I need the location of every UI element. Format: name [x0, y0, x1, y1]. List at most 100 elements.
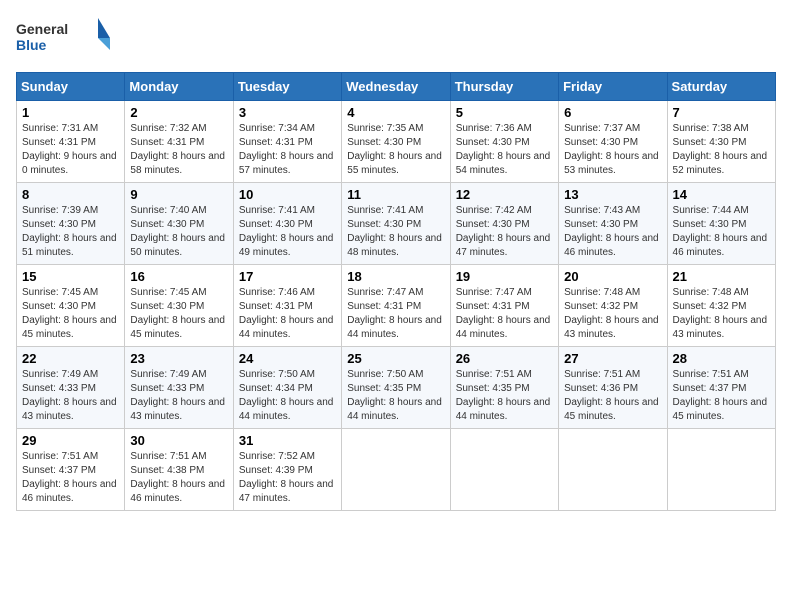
- day-info: Sunrise: 7:52 AM Sunset: 4:39 PM Dayligh…: [239, 450, 336, 506]
- day-number: 11: [347, 187, 444, 202]
- day-info: Sunrise: 7:38 AM Sunset: 4:30 PM Dayligh…: [673, 122, 770, 178]
- page-header: General Blue: [16, 16, 776, 60]
- day-number: 19: [456, 269, 553, 284]
- day-of-week-header: Monday: [125, 73, 233, 101]
- calendar-day-cell: 28 Sunrise: 7:51 AM Sunset: 4:37 PM Dayl…: [667, 347, 775, 429]
- calendar-day-cell: 2 Sunrise: 7:32 AM Sunset: 4:31 PM Dayli…: [125, 101, 233, 183]
- day-number: 29: [22, 433, 119, 448]
- day-info: Sunrise: 7:32 AM Sunset: 4:31 PM Dayligh…: [130, 122, 227, 178]
- calendar-day-cell: 11 Sunrise: 7:41 AM Sunset: 4:30 PM Dayl…: [342, 183, 450, 265]
- day-number: 4: [347, 105, 444, 120]
- calendar-week-row: 8 Sunrise: 7:39 AM Sunset: 4:30 PM Dayli…: [17, 183, 776, 265]
- calendar-day-cell: 26 Sunrise: 7:51 AM Sunset: 4:35 PM Dayl…: [450, 347, 558, 429]
- day-info: Sunrise: 7:51 AM Sunset: 4:37 PM Dayligh…: [22, 450, 119, 506]
- calendar-day-cell: 25 Sunrise: 7:50 AM Sunset: 4:35 PM Dayl…: [342, 347, 450, 429]
- calendar-day-cell: [342, 429, 450, 511]
- calendar-day-cell: 23 Sunrise: 7:49 AM Sunset: 4:33 PM Dayl…: [125, 347, 233, 429]
- calendar-day-cell: [559, 429, 667, 511]
- day-number: 20: [564, 269, 661, 284]
- day-number: 24: [239, 351, 336, 366]
- calendar-day-cell: 31 Sunrise: 7:52 AM Sunset: 4:39 PM Dayl…: [233, 429, 341, 511]
- svg-text:Blue: Blue: [16, 37, 47, 53]
- day-info: Sunrise: 7:48 AM Sunset: 4:32 PM Dayligh…: [564, 286, 661, 342]
- calendar-day-cell: 18 Sunrise: 7:47 AM Sunset: 4:31 PM Dayl…: [342, 265, 450, 347]
- day-number: 13: [564, 187, 661, 202]
- calendar-day-cell: 8 Sunrise: 7:39 AM Sunset: 4:30 PM Dayli…: [17, 183, 125, 265]
- logo-svg: General Blue: [16, 16, 116, 60]
- calendar-day-cell: 19 Sunrise: 7:47 AM Sunset: 4:31 PM Dayl…: [450, 265, 558, 347]
- day-number: 9: [130, 187, 227, 202]
- calendar-day-cell: 14 Sunrise: 7:44 AM Sunset: 4:30 PM Dayl…: [667, 183, 775, 265]
- day-number: 25: [347, 351, 444, 366]
- day-number: 14: [673, 187, 770, 202]
- day-number: 1: [22, 105, 119, 120]
- day-info: Sunrise: 7:35 AM Sunset: 4:30 PM Dayligh…: [347, 122, 444, 178]
- day-info: Sunrise: 7:46 AM Sunset: 4:31 PM Dayligh…: [239, 286, 336, 342]
- day-info: Sunrise: 7:51 AM Sunset: 4:38 PM Dayligh…: [130, 450, 227, 506]
- day-info: Sunrise: 7:51 AM Sunset: 4:36 PM Dayligh…: [564, 368, 661, 424]
- day-number: 21: [673, 269, 770, 284]
- calendar-week-row: 22 Sunrise: 7:49 AM Sunset: 4:33 PM Dayl…: [17, 347, 776, 429]
- day-info: Sunrise: 7:49 AM Sunset: 4:33 PM Dayligh…: [130, 368, 227, 424]
- calendar-day-cell: 1 Sunrise: 7:31 AM Sunset: 4:31 PM Dayli…: [17, 101, 125, 183]
- day-number: 7: [673, 105, 770, 120]
- calendar-day-cell: [667, 429, 775, 511]
- day-number: 5: [456, 105, 553, 120]
- calendar-day-cell: 20 Sunrise: 7:48 AM Sunset: 4:32 PM Dayl…: [559, 265, 667, 347]
- day-number: 23: [130, 351, 227, 366]
- day-of-week-header: Sunday: [17, 73, 125, 101]
- day-number: 3: [239, 105, 336, 120]
- day-of-week-header: Wednesday: [342, 73, 450, 101]
- calendar-day-cell: 27 Sunrise: 7:51 AM Sunset: 4:36 PM Dayl…: [559, 347, 667, 429]
- calendar-day-cell: 10 Sunrise: 7:41 AM Sunset: 4:30 PM Dayl…: [233, 183, 341, 265]
- day-info: Sunrise: 7:36 AM Sunset: 4:30 PM Dayligh…: [456, 122, 553, 178]
- day-info: Sunrise: 7:48 AM Sunset: 4:32 PM Dayligh…: [673, 286, 770, 342]
- day-info: Sunrise: 7:37 AM Sunset: 4:30 PM Dayligh…: [564, 122, 661, 178]
- day-number: 31: [239, 433, 336, 448]
- day-info: Sunrise: 7:45 AM Sunset: 4:30 PM Dayligh…: [130, 286, 227, 342]
- calendar-day-cell: 29 Sunrise: 7:51 AM Sunset: 4:37 PM Dayl…: [17, 429, 125, 511]
- day-info: Sunrise: 7:51 AM Sunset: 4:37 PM Dayligh…: [673, 368, 770, 424]
- day-number: 28: [673, 351, 770, 366]
- calendar-day-cell: 7 Sunrise: 7:38 AM Sunset: 4:30 PM Dayli…: [667, 101, 775, 183]
- calendar-week-row: 1 Sunrise: 7:31 AM Sunset: 4:31 PM Dayli…: [17, 101, 776, 183]
- day-info: Sunrise: 7:50 AM Sunset: 4:34 PM Dayligh…: [239, 368, 336, 424]
- calendar-day-cell: 3 Sunrise: 7:34 AM Sunset: 4:31 PM Dayli…: [233, 101, 341, 183]
- calendar-day-cell: 9 Sunrise: 7:40 AM Sunset: 4:30 PM Dayli…: [125, 183, 233, 265]
- day-of-week-header: Friday: [559, 73, 667, 101]
- day-number: 8: [22, 187, 119, 202]
- day-info: Sunrise: 7:41 AM Sunset: 4:30 PM Dayligh…: [347, 204, 444, 260]
- day-info: Sunrise: 7:34 AM Sunset: 4:31 PM Dayligh…: [239, 122, 336, 178]
- day-info: Sunrise: 7:43 AM Sunset: 4:30 PM Dayligh…: [564, 204, 661, 260]
- day-info: Sunrise: 7:40 AM Sunset: 4:30 PM Dayligh…: [130, 204, 227, 260]
- day-number: 22: [22, 351, 119, 366]
- calendar-day-cell: 30 Sunrise: 7:51 AM Sunset: 4:38 PM Dayl…: [125, 429, 233, 511]
- calendar-week-row: 15 Sunrise: 7:45 AM Sunset: 4:30 PM Dayl…: [17, 265, 776, 347]
- calendar-day-cell: 17 Sunrise: 7:46 AM Sunset: 4:31 PM Dayl…: [233, 265, 341, 347]
- calendar-day-cell: 13 Sunrise: 7:43 AM Sunset: 4:30 PM Dayl…: [559, 183, 667, 265]
- calendar-day-cell: 16 Sunrise: 7:45 AM Sunset: 4:30 PM Dayl…: [125, 265, 233, 347]
- calendar-week-row: 29 Sunrise: 7:51 AM Sunset: 4:37 PM Dayl…: [17, 429, 776, 511]
- calendar-day-cell: 22 Sunrise: 7:49 AM Sunset: 4:33 PM Dayl…: [17, 347, 125, 429]
- day-of-week-header: Saturday: [667, 73, 775, 101]
- day-number: 15: [22, 269, 119, 284]
- day-number: 26: [456, 351, 553, 366]
- day-number: 30: [130, 433, 227, 448]
- calendar-day-cell: 15 Sunrise: 7:45 AM Sunset: 4:30 PM Dayl…: [17, 265, 125, 347]
- day-number: 27: [564, 351, 661, 366]
- calendar-day-cell: 6 Sunrise: 7:37 AM Sunset: 4:30 PM Dayli…: [559, 101, 667, 183]
- calendar-day-cell: 24 Sunrise: 7:50 AM Sunset: 4:34 PM Dayl…: [233, 347, 341, 429]
- day-info: Sunrise: 7:50 AM Sunset: 4:35 PM Dayligh…: [347, 368, 444, 424]
- day-number: 17: [239, 269, 336, 284]
- calendar-day-cell: 12 Sunrise: 7:42 AM Sunset: 4:30 PM Dayl…: [450, 183, 558, 265]
- calendar-day-cell: 4 Sunrise: 7:35 AM Sunset: 4:30 PM Dayli…: [342, 101, 450, 183]
- day-number: 6: [564, 105, 661, 120]
- day-info: Sunrise: 7:49 AM Sunset: 4:33 PM Dayligh…: [22, 368, 119, 424]
- day-number: 2: [130, 105, 227, 120]
- day-of-week-header: Thursday: [450, 73, 558, 101]
- day-number: 16: [130, 269, 227, 284]
- day-number: 10: [239, 187, 336, 202]
- day-number: 12: [456, 187, 553, 202]
- day-info: Sunrise: 7:44 AM Sunset: 4:30 PM Dayligh…: [673, 204, 770, 260]
- day-info: Sunrise: 7:47 AM Sunset: 4:31 PM Dayligh…: [347, 286, 444, 342]
